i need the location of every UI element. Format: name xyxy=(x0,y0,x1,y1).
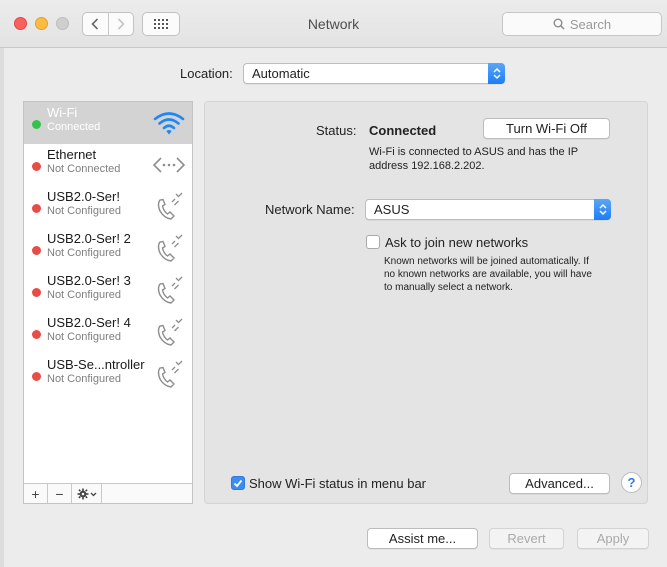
service-list-toolbar: + − xyxy=(24,483,192,503)
ethernet-icon xyxy=(152,157,186,173)
zoom-window-button[interactable] xyxy=(56,17,69,30)
phone-icon xyxy=(157,276,183,304)
add-service-button[interactable]: + xyxy=(24,484,48,503)
title-bar: Network Search xyxy=(0,0,667,48)
service-item-usb-serial-3[interactable]: USB2.0-Ser! 3 Not Configured xyxy=(24,270,192,312)
status-description-line2: address 192.168.2.202. xyxy=(369,160,485,172)
updown-chevron-icon xyxy=(594,199,611,220)
service-status: Not Configured xyxy=(47,205,121,217)
grid-icon xyxy=(154,19,168,29)
location-label: Location: xyxy=(180,66,233,81)
service-status: Not Configured xyxy=(47,247,121,259)
ask-to-join-checkbox[interactable] xyxy=(366,235,380,249)
service-item-usb-serial-4[interactable]: USB2.0-Ser! 4 Not Configured xyxy=(24,312,192,354)
show-wifi-status-checkbox[interactable] xyxy=(231,476,245,490)
service-name: USB2.0-Ser! xyxy=(47,189,120,204)
chevron-left-icon xyxy=(91,18,99,30)
service-item-usb-serial-2[interactable]: USB2.0-Ser! 2 Not Configured xyxy=(24,228,192,270)
service-item-wifi[interactable]: Wi-Fi Connected xyxy=(24,102,192,144)
phone-icon xyxy=(157,360,183,388)
status-label: Status: xyxy=(316,123,357,138)
search-field[interactable]: Search xyxy=(502,12,662,36)
service-status: Not Configured xyxy=(47,331,121,343)
service-item-usb-serial-controller[interactable]: USB-Se...ntroller Not Configured xyxy=(24,354,192,396)
status-description-line1: Wi-Fi is connected to ASUS and has the I… xyxy=(369,146,579,158)
turn-wifi-off-button[interactable]: Turn Wi-Fi Off xyxy=(483,118,610,139)
revert-button[interactable]: Revert xyxy=(489,528,564,549)
location-popup[interactable]: Automatic xyxy=(243,63,505,84)
updown-chevron-icon xyxy=(488,63,505,84)
search-placeholder: Search xyxy=(569,16,612,32)
show-wifi-status-label: Show Wi-Fi status in menu bar xyxy=(249,476,427,491)
assist-me-button[interactable]: Assist me... xyxy=(367,528,478,549)
apply-button[interactable]: Apply xyxy=(577,528,649,549)
chevron-right-icon xyxy=(117,18,125,30)
status-dot xyxy=(32,330,41,339)
phone-icon xyxy=(157,192,183,220)
ask-description-line3: to manually select a network. xyxy=(384,282,513,293)
status-dot xyxy=(32,288,41,297)
network-name-label: Network Name: xyxy=(265,202,355,217)
help-button[interactable]: ? xyxy=(621,472,642,493)
service-item-usb-serial-1[interactable]: USB2.0-Ser! Not Configured xyxy=(24,186,192,228)
location-value: Automatic xyxy=(252,66,310,81)
service-name: USB2.0-Ser! 2 xyxy=(47,231,131,246)
service-name: USB2.0-Ser! 3 xyxy=(47,273,131,288)
back-button[interactable] xyxy=(83,13,108,35)
service-status: Not Connected xyxy=(47,163,121,175)
service-status: Connected xyxy=(47,121,101,133)
phone-icon xyxy=(157,318,183,346)
service-name: USB2.0-Ser! 4 xyxy=(47,315,131,330)
status-dot xyxy=(32,120,41,129)
service-list: Wi-Fi Connected Ethernet Not Connected U… xyxy=(23,101,193,504)
service-name: USB-Se...ntroller xyxy=(47,357,145,372)
status-value: Connected xyxy=(369,123,437,138)
show-all-preferences-button[interactable] xyxy=(142,12,180,36)
forward-button[interactable] xyxy=(107,13,134,35)
action-menu-button[interactable] xyxy=(72,484,102,503)
network-name-value: ASUS xyxy=(374,202,410,217)
gear-icon xyxy=(77,488,96,499)
phone-icon xyxy=(157,234,183,262)
advanced-button[interactable]: Advanced... xyxy=(509,473,610,494)
ask-description-line1: Known networks will be joined automatica… xyxy=(384,256,589,267)
status-dot xyxy=(32,246,41,255)
status-dot xyxy=(32,372,41,381)
close-window-button[interactable] xyxy=(14,17,27,30)
service-status: Not Configured xyxy=(47,289,121,301)
service-name: Wi-Fi xyxy=(47,105,78,120)
service-status: Not Configured xyxy=(47,373,121,385)
back-forward-buttons xyxy=(82,12,134,36)
status-dot xyxy=(32,204,41,213)
search-icon xyxy=(553,18,565,30)
minimize-window-button[interactable] xyxy=(35,17,48,30)
remove-service-button[interactable]: − xyxy=(48,484,72,503)
status-dot xyxy=(32,162,41,171)
window-shadow-edge xyxy=(0,48,4,567)
ask-description-line2: no known networks are available, you wil… xyxy=(384,269,592,280)
wifi-icon xyxy=(153,112,185,135)
network-name-popup[interactable]: ASUS xyxy=(365,199,611,220)
service-item-ethernet[interactable]: Ethernet Not Connected xyxy=(24,144,192,186)
service-name: Ethernet xyxy=(47,147,97,162)
checkmark-icon xyxy=(233,479,243,487)
ask-to-join-label: Ask to join new networks xyxy=(385,235,529,250)
